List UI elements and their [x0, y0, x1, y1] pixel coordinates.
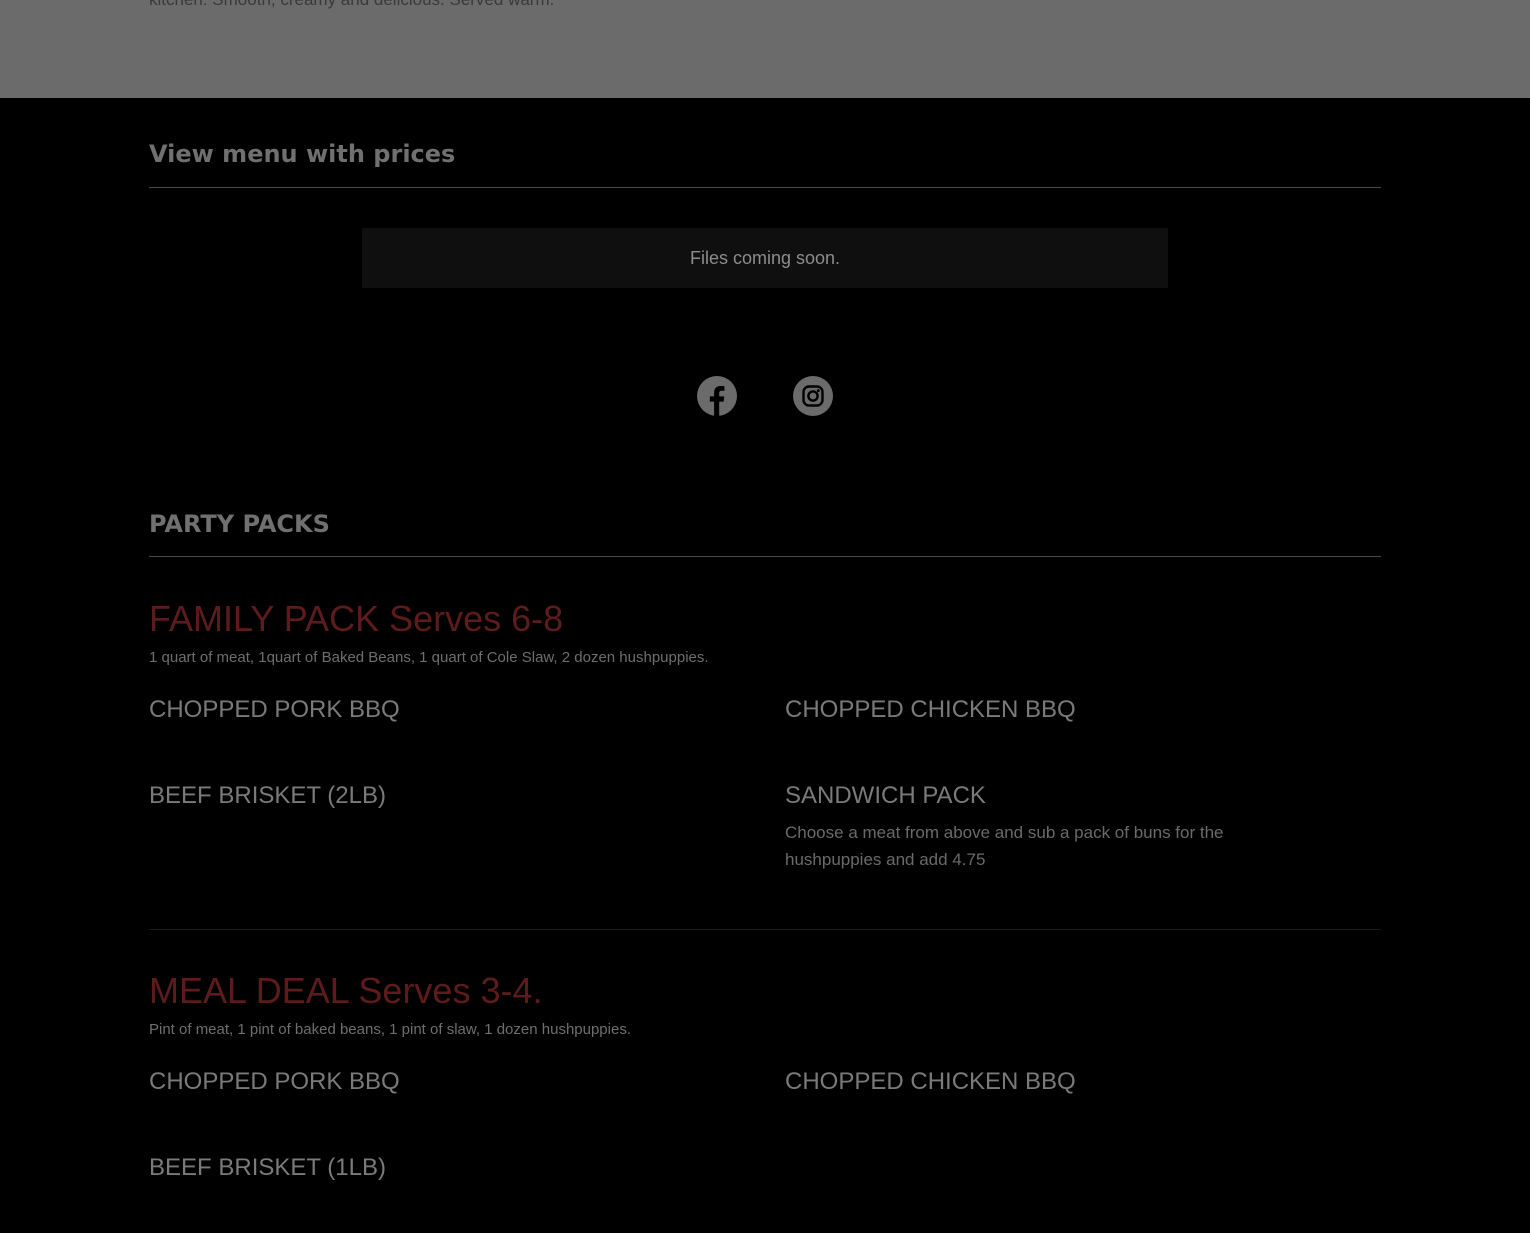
menu-item-name: CHOPPED PORK BBQ	[149, 696, 400, 723]
previous-section-band: kitchen. Smooth, creamy and delicious. S…	[0, 0, 1530, 98]
menu-item-name: BEEF BRISKET (2LB)	[149, 782, 386, 809]
meal-deal-description: Pint of meat, 1 pint of baked beans, 1 p…	[149, 1021, 631, 1038]
menu-item-name: SANDWICH PACK	[785, 782, 986, 809]
facebook-link[interactable]	[697, 376, 737, 416]
menu-item-name: CHOPPED PORK BBQ	[149, 1068, 400, 1095]
party-packs-divider	[149, 556, 1381, 557]
pack-divider	[149, 929, 1381, 930]
menu-item-description: kitchen. Smooth, creamy and delicious. S…	[149, 0, 554, 10]
files-empty-message: Files coming soon.	[689, 247, 841, 268]
menu-item-name: CHOPPED CHICKEN BBQ	[785, 1068, 1076, 1095]
files-placeholder: Files coming soon.	[362, 228, 1168, 288]
family-pack-description: 1 quart of meat, 1quart of Baked Beans, …	[149, 649, 709, 666]
instagram-icon	[793, 376, 833, 416]
menu-item-name: CHOPPED CHICKEN BBQ	[785, 696, 1076, 723]
facebook-icon	[697, 376, 737, 416]
menu-item-description: Choose a meat from above and sub a pack …	[785, 823, 1224, 869]
menu-files-heading: View menu with prices	[149, 140, 456, 168]
menu-item-name: BEEF BRISKET (1LB)	[149, 1154, 386, 1181]
party-packs-heading: PARTY PACKS	[149, 510, 330, 538]
instagram-link[interactable]	[793, 376, 833, 416]
family-pack-title: FAMILY PACK Serves 6-8	[149, 598, 564, 639]
meal-deal-title: MEAL DEAL Serves 3-4.	[149, 970, 543, 1011]
menu-files-divider	[149, 187, 1381, 188]
